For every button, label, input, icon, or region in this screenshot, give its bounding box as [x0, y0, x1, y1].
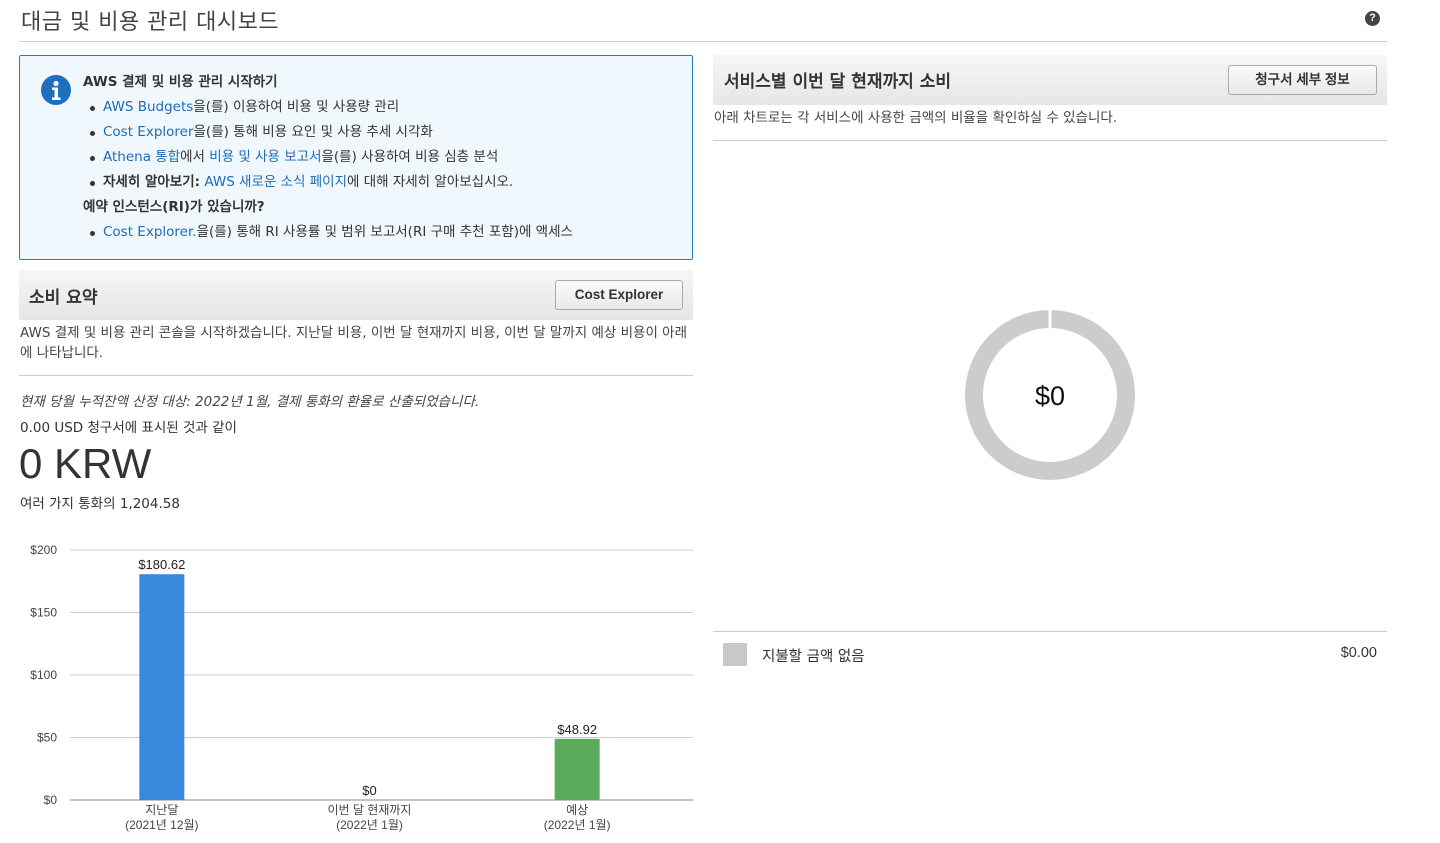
y-tick-label: $0: [44, 793, 58, 807]
legend-row: 지불할 금액 없음 $0.00: [713, 631, 1387, 676]
spend-summary-title: 소비 요약: [29, 288, 98, 308]
x-tick-label: (2021년 12월): [125, 818, 198, 832]
list-item-text: 을(를) 통해 비용 요인 및 사용 추세 시각화: [193, 124, 433, 140]
help-icon[interactable]: ?: [1365, 11, 1380, 26]
divider: [713, 140, 1387, 141]
by-service-title: 서비스별 이번 달 현재까지 소비: [724, 72, 951, 92]
list-item: Athena 통합에서 비용 및 사용 보고서을(를) 사용하여 비용 심층 분…: [83, 145, 573, 170]
list-item: AWS Budgets을(를) 이용하여 비용 및 사용량 관리: [83, 95, 573, 120]
cost-explorer-link[interactable]: Cost Explorer: [103, 124, 194, 140]
y-tick-label: $50: [37, 731, 57, 745]
x-tick-label: (2022년 1월): [544, 818, 611, 832]
legend-label: 지불할 금액 없음: [762, 649, 865, 665]
list-item: Cost Explorer.을(를) 통해 RI 사용률 및 범위 보고서(RI…: [83, 220, 573, 245]
whats-new-link[interactable]: AWS 새로운 소식 페이지: [204, 174, 347, 190]
legend-swatch: [723, 643, 747, 666]
info-list: AWS Budgets을(를) 이용하여 비용 및 사용량 관리 Cost Ex…: [83, 95, 573, 195]
donut-center-label: $0: [1035, 381, 1065, 411]
service-donut-chart: $0: [965, 309, 1135, 480]
total-amount: 0 KRW: [19, 440, 152, 487]
aws-budgets-link[interactable]: AWS Budgets: [103, 99, 193, 115]
cost-usage-report-link[interactable]: 비용 및 사용 보고서: [209, 149, 321, 165]
info-box: AWS 결제 및 비용 관리 시작하기 AWS Budgets을(를) 이용하여…: [19, 55, 693, 260]
ri-list: Cost Explorer.을(를) 통해 RI 사용률 및 범위 보고서(RI…: [83, 220, 573, 245]
bar: [554, 738, 600, 800]
list-item-text: 을(를) 사용하여 비용 심층 분석: [321, 149, 499, 165]
x-tick-label: 이번 달 현재까지: [328, 803, 412, 817]
spend-bar-chart: $0 $50 $100 $150 $200 $180.62 지난달(2021년 12월) $0…: [30, 543, 693, 832]
list-item-text: 을(를) 이용하여 비용 및 사용량 관리: [193, 99, 400, 115]
y-tick-label: $100: [30, 668, 57, 682]
list-item: 자세히 알아보기: AWS 새로운 소식 페이지에 대해 자세히 알아보십시오.: [83, 170, 573, 195]
bar-value-label: $0: [362, 783, 376, 798]
athena-link[interactable]: Athena 통합: [103, 149, 180, 165]
spend-summary-description: AWS 결제 및 비용 관리 콘솔을 시작하겠습니다. 지난달 비용, 이번 달…: [20, 325, 688, 361]
info-icon: [41, 75, 71, 105]
legend-value: $0.00: [1340, 645, 1377, 661]
balance-note: 현재 당월 누적잔액 산정 대상: 2022년 1월, 결제 통화의 환율로 산…: [20, 394, 480, 410]
bill-details-button[interactable]: 청구서 세부 정보: [1228, 65, 1377, 95]
usd-amount-line: 0.00 USD 청구서에 표시된 것과 같이: [20, 420, 237, 436]
x-tick-label: 예상: [566, 803, 588, 817]
divider: [19, 375, 693, 376]
list-item-text: 에 대해 자세히 알아보십시오.: [347, 174, 514, 190]
info-heading: AWS 결제 및 비용 관리 시작하기: [83, 74, 278, 90]
spend-summary-header: 소비 요약 Cost Explorer: [19, 270, 693, 320]
ri-heading: 예약 인스턴스(RI)가 있습니까?: [83, 199, 265, 215]
y-tick-label: $200: [30, 543, 57, 557]
list-item-text: 을(를) 통해 RI 사용률 및 범위 보고서(RI 구매 추천 포함)에 액세…: [196, 224, 573, 240]
bar-value-label: $180.62: [138, 557, 185, 572]
page-header: 대금 및 비용 관리 대시보드 ?: [19, 0, 1387, 42]
bar: [139, 574, 185, 800]
ri-cost-explorer-link[interactable]: Cost Explorer.: [103, 224, 197, 240]
list-item: Cost Explorer을(를) 통해 비용 요인 및 사용 추세 시각화: [83, 120, 573, 145]
x-tick-label: 지난달: [145, 803, 178, 817]
page-title: 대금 및 비용 관리 대시보드: [21, 10, 280, 35]
exchange-rate-line: 여러 가지 통화의 1,204.58: [20, 496, 180, 512]
by-service-description: 아래 차트로는 각 서비스에 사용한 금액의 비율을 확인하실 수 있습니다.: [714, 110, 1118, 126]
x-tick-label: (2022년 1월): [336, 818, 403, 832]
y-tick-label: $150: [30, 606, 57, 620]
bar-value-label: $48.92: [557, 722, 597, 737]
learn-more-label: 자세히 알아보기:: [103, 174, 201, 190]
list-item-text: 에서: [180, 149, 210, 165]
cost-explorer-button[interactable]: Cost Explorer: [555, 280, 683, 310]
by-service-header: 서비스별 이번 달 현재까지 소비 청구서 세부 정보: [713, 55, 1387, 105]
info-content: AWS 결제 및 비용 관리 시작하기 AWS Budgets을(를) 이용하여…: [83, 70, 573, 245]
